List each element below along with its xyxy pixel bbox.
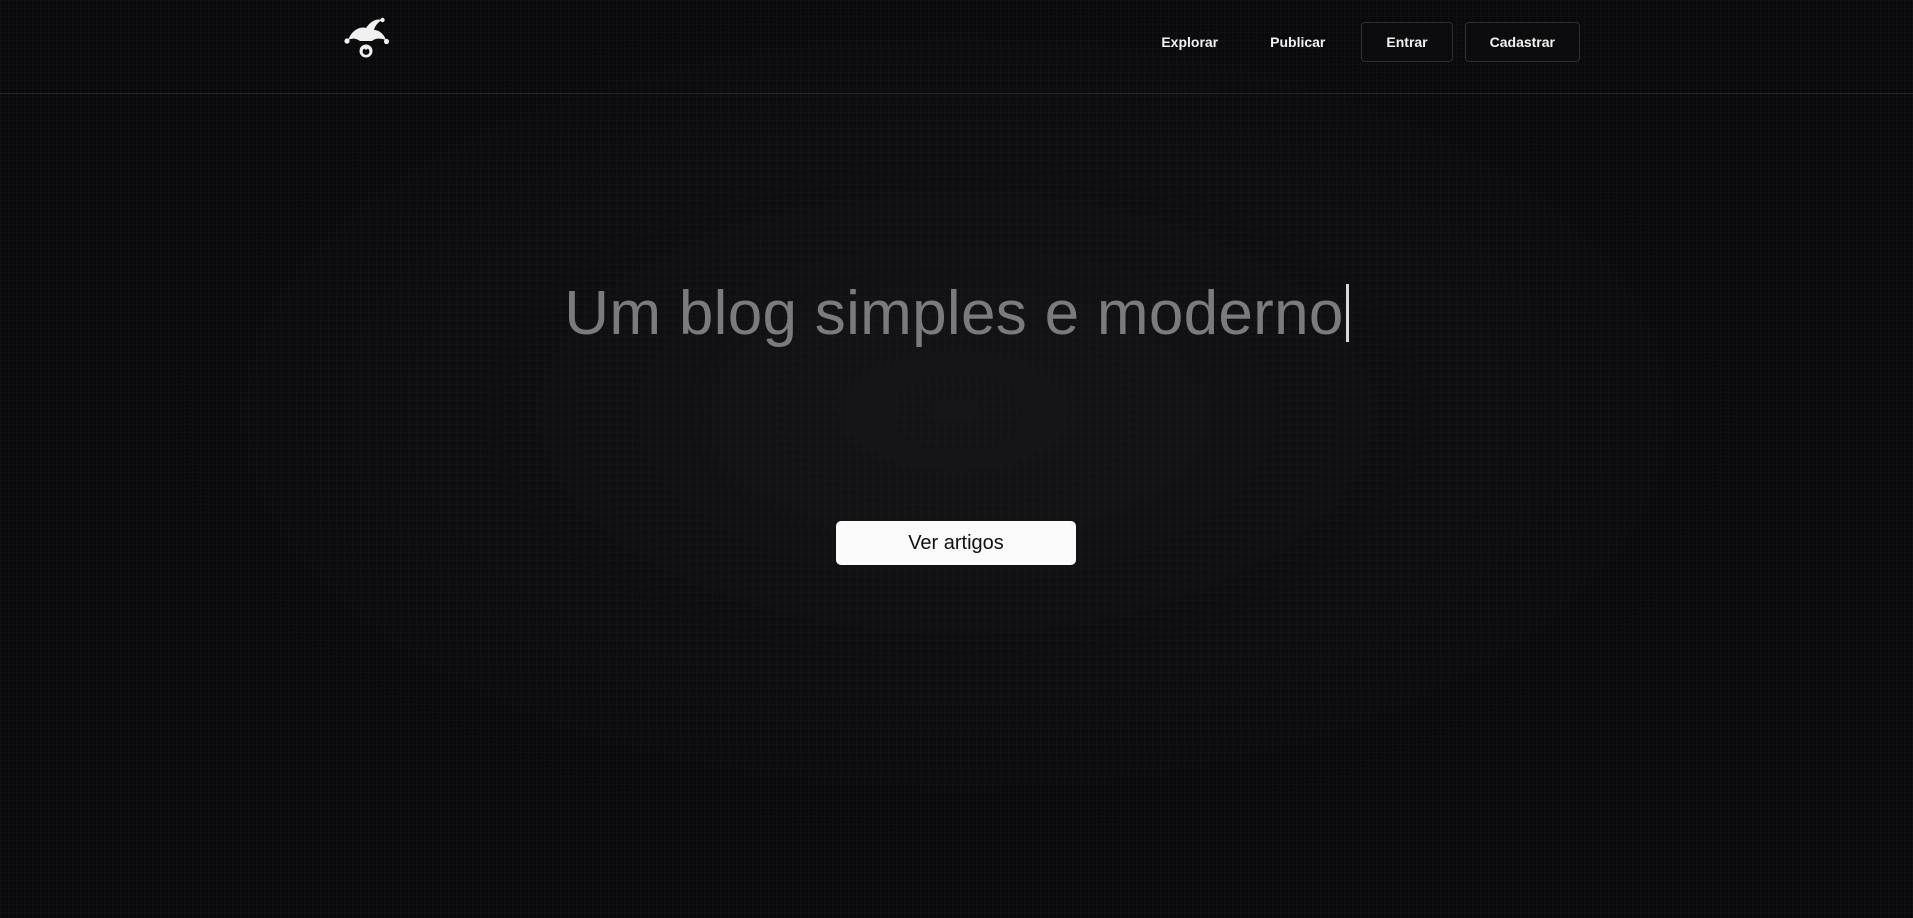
nav-explore-link[interactable]: Explorar	[1135, 22, 1244, 62]
page: Explorar Publicar Entrar Cadastrar Um bl…	[0, 0, 1913, 918]
hero-headline: Um blog simples e moderno	[0, 278, 1913, 349]
nav-publish-link[interactable]: Publicar	[1244, 22, 1351, 62]
navbar: Explorar Publicar Entrar Cadastrar	[0, 0, 1913, 94]
signup-button[interactable]: Cadastrar	[1464, 22, 1580, 62]
login-button[interactable]: Entrar	[1361, 22, 1453, 62]
jester-hat-icon	[344, 17, 390, 58]
view-articles-button[interactable]: Ver artigos	[836, 521, 1076, 565]
logo[interactable]	[342, 16, 390, 60]
main-nav: Explorar Publicar Entrar Cadastrar	[1135, 22, 1580, 62]
typing-caret	[1345, 284, 1349, 342]
hero-headline-text: Um blog simples e moderno	[564, 279, 1344, 348]
